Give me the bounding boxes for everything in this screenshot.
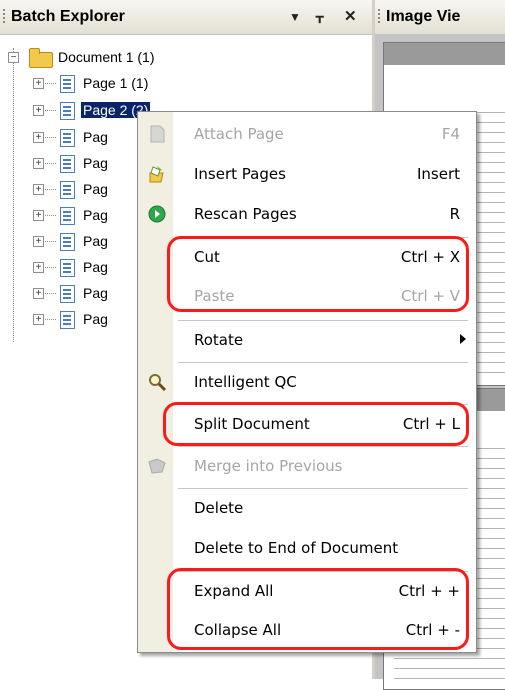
menu-item-collapse-all[interactable]: Collapse All Ctrl + - <box>138 610 476 650</box>
submenu-arrow-icon <box>460 334 466 344</box>
collapse-icon[interactable]: − <box>8 52 19 63</box>
pin-icon[interactable]: ᚁ <box>316 7 323 25</box>
expand-icon[interactable]: + <box>33 105 44 116</box>
menu-item-paste[interactable]: Paste Ctrl + V <box>138 276 476 316</box>
tree-node-label: Pag <box>83 207 108 223</box>
intelligent-qc-icon <box>149 374 167 392</box>
page-icon <box>60 75 75 93</box>
expand-icon[interactable]: + <box>33 262 44 273</box>
page-icon <box>60 233 75 251</box>
menu-item-split-document[interactable]: Split Document Ctrl + L <box>138 404 476 444</box>
tree-node-label: Pag <box>83 129 108 145</box>
panel-grip[interactable] <box>3 9 5 25</box>
page-icon <box>60 102 75 120</box>
menu-item-insert-pages[interactable]: Insert Pages Insert <box>138 154 476 194</box>
page-icon <box>60 129 75 147</box>
expand-icon[interactable]: + <box>33 184 44 195</box>
context-menu: Attach Page F4 Insert Pages Insert Resca… <box>137 111 477 653</box>
tree-node-label: Pag <box>83 181 108 197</box>
menu-item-intelligent-qc[interactable]: Intelligent QC <box>138 362 476 402</box>
menu-item-rotate[interactable]: Rotate <box>138 320 476 360</box>
tree-node-document[interactable]: − Document 1 (1) <box>0 48 200 68</box>
menu-item-rescan-pages[interactable]: Rescan Pages R <box>138 194 476 234</box>
merge-icon <box>148 458 166 474</box>
rescan-pages-icon <box>148 205 166 223</box>
tree-node-label: Pag <box>83 285 108 301</box>
page-icon <box>60 285 75 303</box>
image-viewer-title: Image Vie <box>386 8 461 25</box>
menu-item-delete-to-end[interactable]: Delete to End of Document <box>138 528 476 568</box>
attach-page-icon <box>150 125 165 143</box>
batch-explorer-header: Batch Explorer ▼ ᚁ ✕ <box>0 0 372 35</box>
tree-node-label: Page 1 (1) <box>83 75 149 91</box>
expand-icon[interactable]: + <box>33 314 44 325</box>
folder-icon <box>29 48 53 68</box>
menu-item-cut[interactable]: Cut Ctrl + X <box>138 237 476 277</box>
menu-item-attach-page[interactable]: Attach Page F4 <box>138 114 476 154</box>
expand-icon[interactable]: + <box>33 236 44 247</box>
page-icon <box>60 181 75 199</box>
menu-item-merge-into-previous[interactable]: Merge into Previous <box>138 446 476 486</box>
tree-node-label: Pag <box>83 259 108 275</box>
expand-icon[interactable]: + <box>33 132 44 143</box>
dropdown-icon[interactable]: ▼ <box>289 10 301 24</box>
tree-node-label: Document 1 (1) <box>58 49 155 65</box>
batch-explorer-title: Batch Explorer <box>11 8 125 25</box>
expand-icon[interactable]: + <box>33 288 44 299</box>
tree-node-label: Pag <box>83 155 108 171</box>
insert-pages-icon <box>149 166 164 183</box>
tree-node-label: Pag <box>83 311 108 327</box>
close-icon[interactable]: ✕ <box>344 7 357 25</box>
page-icon <box>60 155 75 173</box>
panel-grip[interactable] <box>378 9 380 25</box>
expand-icon[interactable]: + <box>33 158 44 169</box>
tree-node-page[interactable]: + Page 1 (1) <box>0 74 200 94</box>
page-icon <box>60 259 75 277</box>
page-icon <box>60 207 75 225</box>
menu-item-expand-all[interactable]: Expand All Ctrl + + <box>138 571 476 611</box>
image-viewer-header: Image Vie <box>375 0 505 35</box>
page-icon <box>60 311 75 329</box>
expand-icon[interactable]: + <box>33 78 44 89</box>
tree-node-label: Pag <box>83 233 108 249</box>
menu-item-delete[interactable]: Delete <box>138 488 476 528</box>
expand-icon[interactable]: + <box>33 210 44 221</box>
